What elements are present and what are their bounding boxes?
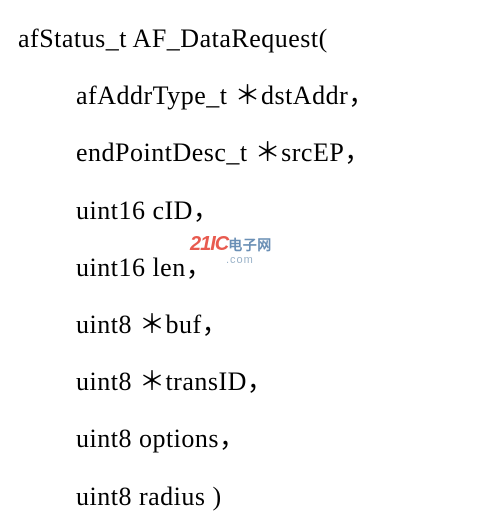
param-line: endPointDesc_t ＊srcEP， bbox=[18, 124, 504, 181]
param-line: uint8 ＊buf， bbox=[18, 296, 504, 353]
function-signature-start: afStatus_t AF_DataRequest( bbox=[18, 10, 504, 67]
param-line: uint8 radius ) bbox=[18, 468, 504, 525]
code-snippet: afStatus_t AF_DataRequest( afAddrType_t … bbox=[0, 0, 504, 525]
param-line: uint8 ＊transID， bbox=[18, 353, 504, 410]
param-line: uint8 options， bbox=[18, 410, 504, 467]
param-line: uint16 cID， bbox=[18, 182, 504, 239]
param-line: afAddrType_t ＊dstAddr， bbox=[18, 67, 504, 124]
param-line: uint16 len， bbox=[18, 239, 504, 296]
